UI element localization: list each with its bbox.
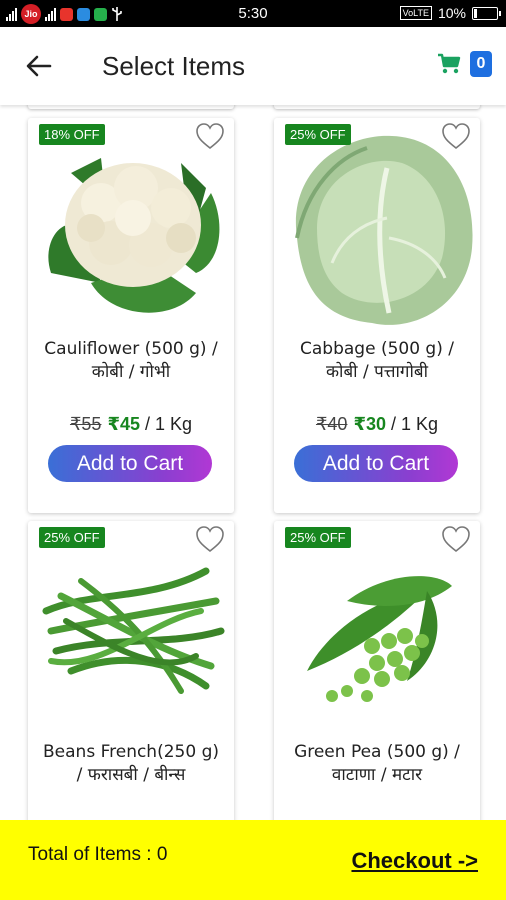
cart-count-badge: 0 — [470, 51, 492, 77]
back-button[interactable] — [20, 49, 58, 83]
app-bar: Select Items 0 — [0, 27, 506, 105]
product-card[interactable]: 25% OFF Beans French(250 g) / फरासबी / ब… — [28, 521, 234, 820]
product-name-line1: Cauliflower (500 g) / — [44, 339, 218, 359]
price-unit: / 1 Kg — [140, 414, 193, 434]
product-image-cabbage — [274, 128, 480, 328]
heart-icon[interactable] — [441, 122, 471, 150]
arrow-left-icon — [26, 55, 52, 77]
add-to-cart-button[interactable]: Add to Cart — [48, 445, 212, 482]
previous-card-edge — [28, 105, 234, 109]
product-card[interactable]: 25% OFF Green Pea (500 g) / वाटाणा / मटा… — [274, 521, 480, 820]
beans-image — [42, 567, 225, 694]
product-card[interactable]: 18% OFF Cauliflower (500 g) / कोबी / गोभ… — [28, 118, 234, 513]
product-name-line2: वाटाणा / मटार — [331, 765, 423, 785]
product-name-line1: Beans French(250 g) — [43, 742, 219, 762]
cart-icon — [438, 53, 461, 74]
new-price: ₹30 — [353, 414, 386, 434]
battery-percent: 10% — [437, 5, 466, 21]
cauliflower-image — [48, 158, 220, 313]
price-unit: / 1 Kg — [386, 414, 439, 434]
product-name-line2: / फरासबी / बीन्स — [76, 765, 186, 785]
checkout-button[interactable]: Checkout -> — [351, 848, 478, 874]
heart-icon[interactable] — [441, 525, 471, 553]
product-card[interactable]: 25% OFF Cabbage (500 g) / कोबी / पत्तागो… — [274, 118, 480, 513]
product-name: Cauliflower (500 g) / कोबी / गोभी — [34, 338, 228, 384]
discount-badge: 25% OFF — [39, 527, 105, 548]
product-grid: 18% OFF Cauliflower (500 g) / कोबी / गोभ… — [0, 105, 506, 820]
heart-icon[interactable] — [195, 122, 225, 150]
cart-button[interactable]: 0 — [437, 51, 492, 77]
product-image-beans — [28, 531, 234, 731]
previous-card-edge — [274, 105, 480, 109]
price-row: ₹55 ₹45 / 1 Kg — [28, 414, 234, 435]
discount-badge: 18% OFF — [39, 124, 105, 145]
discount-badge: 25% OFF — [285, 527, 351, 548]
product-image-cauliflower — [28, 128, 234, 328]
old-price: ₹40 — [315, 414, 348, 434]
volte-badge: VoLTE — [399, 6, 432, 20]
price-row: ₹40 ₹30 / 1 Kg — [274, 414, 480, 435]
status-bar: Jio 5:30 VoLTE 10% — [0, 0, 506, 27]
product-name-line1: Cabbage (500 g) / — [300, 339, 454, 359]
add-to-cart-button[interactable]: Add to Cart — [294, 445, 458, 482]
battery-icon — [472, 6, 501, 20]
old-price: ₹55 — [69, 414, 102, 434]
product-name-line2: कोबी / पत्तागोबी — [326, 362, 428, 382]
page-title: Select Items — [102, 51, 246, 81]
new-price: ₹45 — [107, 414, 140, 434]
discount-badge: 25% OFF — [285, 124, 351, 145]
product-name: Beans French(250 g) / फरासबी / बीन्स — [34, 741, 228, 787]
green-pea-image — [307, 576, 452, 702]
product-name-line2: कोबी / गोभी — [91, 362, 171, 382]
cabbage-image — [295, 135, 473, 325]
product-name: Cabbage (500 g) / कोबी / पत्तागोबी — [280, 338, 474, 384]
product-image-green-pea — [274, 531, 480, 731]
checkout-bar: Total of Items : 0 Checkout -> — [0, 820, 506, 900]
product-name-line1: Green Pea (500 g) / — [294, 742, 460, 762]
status-icons-right: VoLTE 10% — [399, 5, 501, 21]
product-name: Green Pea (500 g) / वाटाणा / मटार — [280, 741, 474, 787]
heart-icon[interactable] — [195, 525, 225, 553]
total-items-label: Total of Items : 0 — [28, 844, 168, 865]
